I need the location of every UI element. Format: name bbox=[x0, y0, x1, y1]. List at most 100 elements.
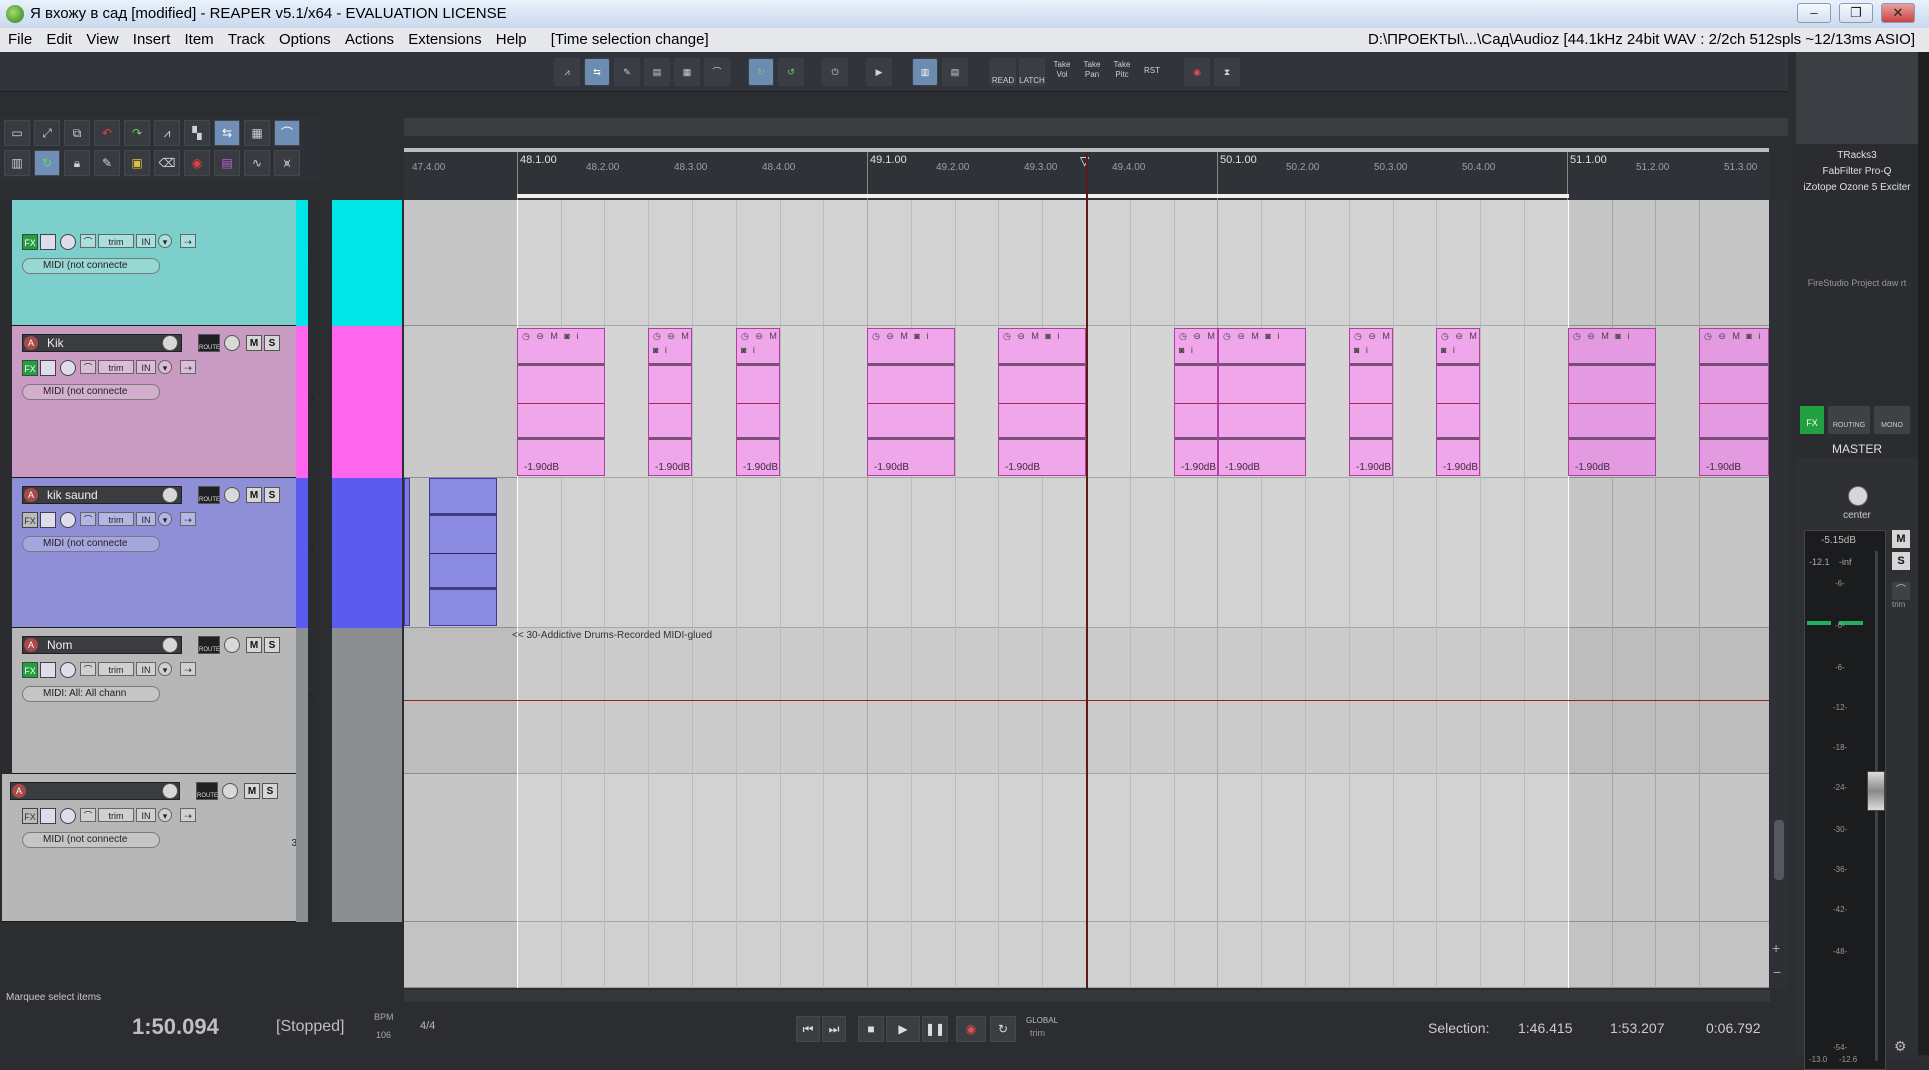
fx-slot-3[interactable]: iZotope Ozone 5 Exciter bbox=[1796, 182, 1918, 193]
menu-help[interactable]: Help bbox=[496, 31, 527, 48]
play-button-icon[interactable]: ▶ bbox=[886, 1016, 920, 1042]
trim-button[interactable]: trim bbox=[98, 808, 134, 822]
media-item[interactable]: ◷ ⊖ M ◙ i -1.90dB bbox=[1568, 328, 1656, 476]
trim-button[interactable]: trim bbox=[98, 512, 134, 526]
master-fx-button[interactable]: FX bbox=[1800, 406, 1824, 434]
record-icon[interactable]: ◉ bbox=[956, 1016, 986, 1042]
track-34[interactable]: kik saund A ROUTE M S FX ⏻ ⊘ ⌒ trim IN ▾… bbox=[12, 478, 315, 628]
zoom-icon[interactable]: ⤢ bbox=[34, 120, 60, 146]
media-item[interactable]: ◷ ⊖ M ◙ i -1.90dB bbox=[1218, 328, 1306, 476]
menu-file[interactable]: File bbox=[8, 31, 32, 48]
mono-button[interactable]: MONO bbox=[1874, 406, 1910, 434]
solo-button[interactable]: S bbox=[264, 335, 280, 351]
metronome-toggle-icon[interactable]: ⩘ bbox=[154, 120, 180, 146]
track-name[interactable] bbox=[10, 782, 180, 800]
menu-item[interactable]: Item bbox=[184, 31, 213, 48]
master-fader[interactable] bbox=[1867, 771, 1885, 811]
fx-slot-2[interactable]: FabFilter Pro-Q bbox=[1796, 166, 1918, 177]
mute-button[interactable]: M bbox=[246, 487, 262, 503]
new-track-icon[interactable]: ▭ bbox=[4, 120, 30, 146]
input-button[interactable]: IN bbox=[136, 808, 156, 822]
grid-icon[interactable]: ▦ bbox=[674, 58, 700, 86]
midi-input-select[interactable]: MIDI (not connecte bbox=[22, 384, 160, 400]
pan-knob[interactable] bbox=[162, 637, 178, 653]
volume-knob[interactable] bbox=[224, 487, 240, 503]
go-to-end-icon[interactable]: ⏭ bbox=[822, 1016, 846, 1042]
midi-input-select[interactable]: MIDI (not connecte bbox=[22, 832, 160, 848]
volume-knob[interactable] bbox=[224, 335, 240, 351]
time-signature[interactable]: 4/4 bbox=[420, 1020, 435, 1032]
close-button[interactable]: ✕ bbox=[1881, 3, 1915, 23]
fx-slot-hidden[interactable]: FireStudio Project daw rt bbox=[1796, 278, 1918, 288]
io-icon[interactable]: ⇢ bbox=[180, 512, 196, 526]
mute-button[interactable]: M bbox=[246, 335, 262, 351]
input-button[interactable]: IN bbox=[136, 662, 156, 676]
solo-button[interactable]: S bbox=[264, 487, 280, 503]
minimize-button[interactable]: – bbox=[1797, 3, 1831, 23]
bpm-value[interactable]: 106 bbox=[376, 1030, 391, 1040]
phase-icon[interactable]: ⊘ bbox=[60, 360, 76, 376]
ripple-icon[interactable]: ⇆ bbox=[584, 58, 610, 86]
track-name[interactable]: Nom bbox=[22, 636, 182, 654]
menu-actions[interactable]: Actions bbox=[345, 31, 394, 48]
envelope-icon[interactable]: ⌒ bbox=[80, 662, 96, 676]
track-layout-icon[interactable]: ▤ bbox=[942, 58, 968, 86]
global-automation-label[interactable]: GLOBAL bbox=[1026, 1016, 1058, 1025]
envelope-icon[interactable]: ⌒ bbox=[80, 808, 96, 822]
media-item[interactable]: ◷ ⊖ M ◙ i -1.90dB bbox=[998, 328, 1086, 476]
color-icon[interactable]: ▣ bbox=[124, 150, 150, 176]
loop-toggle-icon[interactable]: ↻ bbox=[34, 150, 60, 176]
midi-input-select[interactable]: MIDI (not connecte bbox=[22, 536, 160, 552]
master-solo-button[interactable]: S bbox=[1892, 552, 1910, 570]
ripple-edit-icon[interactable]: ⇆ bbox=[214, 120, 240, 146]
pencil-icon[interactable]: ✎ bbox=[614, 58, 640, 86]
power-icon[interactable]: ⏻ bbox=[822, 58, 848, 86]
undo-icon[interactable]: ↶ bbox=[94, 120, 120, 146]
chevron-down-icon[interactable]: ▾ bbox=[158, 360, 172, 374]
peaks-icon[interactable]: ⩙ bbox=[274, 150, 300, 176]
chevron-down-icon[interactable]: ▾ bbox=[158, 808, 172, 822]
record-mode-icon[interactable]: ◉ bbox=[184, 150, 210, 176]
menu-insert[interactable]: Insert bbox=[133, 31, 171, 48]
play-icon[interactable]: ▶ bbox=[866, 58, 892, 86]
zoom-in-icon[interactable]: + bbox=[1772, 940, 1780, 956]
solo-button[interactable]: S bbox=[264, 637, 280, 653]
item-grid-icon[interactable]: ▦ bbox=[244, 120, 270, 146]
chevron-down-icon[interactable]: ▾ bbox=[158, 662, 172, 676]
route-button[interactable]: ROUTE bbox=[198, 636, 220, 654]
track-35[interactable]: Nom A ROUTE M S FX ⏻ ⊘ ⌒ trim IN ▾ ⇢ MID… bbox=[12, 628, 315, 774]
power-icon[interactable]: ⏻ bbox=[40, 360, 56, 376]
scroll-thumb[interactable] bbox=[1774, 820, 1784, 880]
hourglass-icon[interactable]: ⧗ bbox=[1214, 58, 1240, 86]
mute-button[interactable]: M bbox=[244, 783, 260, 799]
master-mute-button[interactable]: M bbox=[1892, 530, 1910, 548]
menu-extensions[interactable]: Extensions bbox=[408, 31, 481, 48]
take-vol-button[interactable]: Take Vol bbox=[1048, 60, 1076, 80]
take-pitch-button[interactable]: Take Pitc bbox=[1108, 60, 1136, 80]
media-item[interactable]: ◷ ⊖ M ◙ i -1.90dB bbox=[1349, 328, 1393, 476]
input-button[interactable]: IN bbox=[136, 234, 156, 248]
split-icon[interactable]: ⧉ bbox=[64, 120, 90, 146]
fx-button[interactable]: FX bbox=[22, 234, 38, 250]
pan-knob[interactable] bbox=[162, 335, 178, 351]
io-icon[interactable]: ⇢ bbox=[180, 808, 196, 822]
fx-button[interactable]: FX bbox=[22, 360, 38, 376]
metronome-icon[interactable]: ⩘ bbox=[554, 58, 580, 86]
selection-length[interactable]: 0:06.792 bbox=[1706, 1020, 1761, 1036]
lock-icon[interactable]: 🔒︎ bbox=[64, 150, 90, 176]
media-item[interactable]: ◷ ⊖ M ◙ i -1.90dB bbox=[736, 328, 780, 476]
pencil-tool-icon[interactable]: ✎ bbox=[94, 150, 120, 176]
phase-icon[interactable]: ⊘ bbox=[60, 808, 76, 824]
phase-icon[interactable]: ⊘ bbox=[60, 234, 76, 250]
record-arm-button[interactable]: A bbox=[12, 784, 26, 798]
selection-start[interactable]: 1:46.415 bbox=[1518, 1020, 1573, 1036]
track-33[interactable]: Kik A ROUTE M S FX ⏻ ⊘ ⌒ trim IN ▾ ⇢ MID… bbox=[12, 326, 315, 478]
loop-points-icon[interactable]: ↺ bbox=[778, 58, 804, 86]
loop-icon[interactable]: ↻ bbox=[748, 58, 774, 86]
go-to-start-icon[interactable]: ⏮ bbox=[796, 1016, 820, 1042]
envelope-toggle-icon[interactable]: ⌒ bbox=[274, 120, 300, 146]
chevron-down-icon[interactable]: ▾ bbox=[158, 512, 172, 526]
route-button[interactable]: ROUTE bbox=[198, 334, 220, 352]
record-arm-button[interactable]: A bbox=[24, 638, 38, 652]
snap-icon[interactable]: ▚ bbox=[184, 120, 210, 146]
